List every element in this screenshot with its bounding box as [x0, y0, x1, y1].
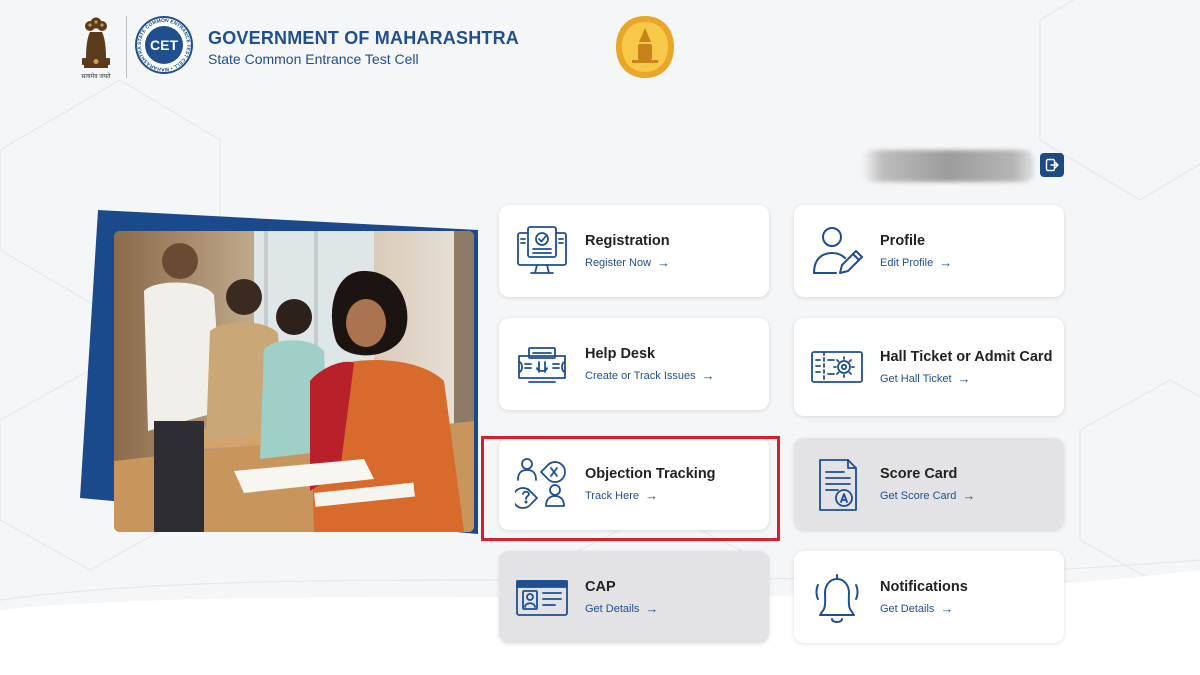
- logout-button[interactable]: [1040, 153, 1064, 177]
- emblem-caption: सत्यमेव जयते: [81, 74, 111, 80]
- notifications-card[interactable]: Notifications Get Details →: [794, 551, 1064, 643]
- hall-ticket-title: Hall Ticket or Admit Card: [880, 349, 1053, 365]
- org-title: GOVERNMENT OF MAHARASHTRA: [208, 28, 519, 48]
- hall-ticket-icon: [811, 351, 863, 383]
- objection-tracking-card[interactable]: Objection Tracking Track Here →: [499, 438, 769, 530]
- arrow-right-icon: →: [645, 488, 658, 503]
- arrow-right-icon: →: [957, 371, 971, 386]
- id-card-icon: [516, 580, 568, 616]
- ashoka-emblem-icon: [82, 17, 110, 68]
- arrow-right-icon: →: [645, 601, 659, 616]
- get-hall-ticket-link[interactable]: Get Hall Ticket →: [880, 371, 1056, 386]
- help-desk-title: Help Desk: [585, 346, 656, 362]
- cap-card[interactable]: CAP Get Details →: [499, 551, 769, 643]
- arrow-right-icon: →: [701, 368, 715, 383]
- objection-icon: [515, 458, 566, 509]
- registration-icon: [517, 226, 567, 274]
- registration-title: Registration: [585, 233, 670, 249]
- user-edit-icon: [813, 227, 863, 274]
- track-here-link[interactable]: Track Here →: [585, 488, 761, 503]
- org-subtitle: State Common Entrance Test Cell: [208, 51, 419, 67]
- arrow-right-icon: →: [939, 255, 953, 270]
- score-card-card[interactable]: Score Card Get Score Card →: [794, 438, 1064, 530]
- edit-profile-link[interactable]: Edit Profile →: [880, 255, 1056, 270]
- score-card-icon: [819, 459, 857, 511]
- hero-photo: [80, 210, 480, 540]
- logout-icon: [1045, 158, 1059, 172]
- header-divider: [126, 16, 127, 78]
- help-desk-icon: [518, 347, 566, 383]
- username-redacted: [862, 150, 1034, 182]
- profile-title: Profile: [880, 233, 926, 249]
- profile-card[interactable]: Profile Edit Profile →: [794, 205, 1064, 297]
- arrow-right-icon: →: [962, 488, 976, 503]
- header: सत्यमेव जयते STATE COMMON ENTRANCE TEST …: [0, 0, 1200, 90]
- register-now-link[interactable]: Register Now →: [585, 255, 761, 270]
- get-score-card-link[interactable]: Get Score Card →: [880, 488, 1056, 503]
- arrow-right-icon: →: [657, 255, 671, 270]
- cap-title: CAP: [585, 579, 616, 595]
- notifications-title: Notifications: [880, 579, 968, 595]
- registration-card[interactable]: Registration Register Now →: [499, 205, 769, 297]
- create-track-issues-link[interactable]: Create or Track Issues →: [585, 368, 761, 383]
- arrow-right-icon: →: [940, 601, 954, 616]
- cet-logo: STATE COMMON ENTRANCE TEST CELL • MAHARA…: [134, 15, 193, 74]
- score-card-title: Score Card: [880, 466, 958, 482]
- bell-icon: [815, 574, 859, 623]
- cet-logo-text: CET: [150, 37, 178, 53]
- students-exam-image: [114, 231, 474, 532]
- objection-tracking-title: Objection Tracking: [585, 466, 716, 482]
- cap-get-details-link[interactable]: Get Details →: [585, 601, 761, 616]
- help-desk-card[interactable]: Help Desk Create or Track Issues →: [499, 318, 769, 410]
- hall-ticket-card[interactable]: Hall Ticket or Admit Card Get Hall Ticke…: [794, 318, 1064, 416]
- maharashtra-seal-icon: [616, 16, 674, 78]
- notifications-get-details-link[interactable]: Get Details →: [880, 601, 1056, 616]
